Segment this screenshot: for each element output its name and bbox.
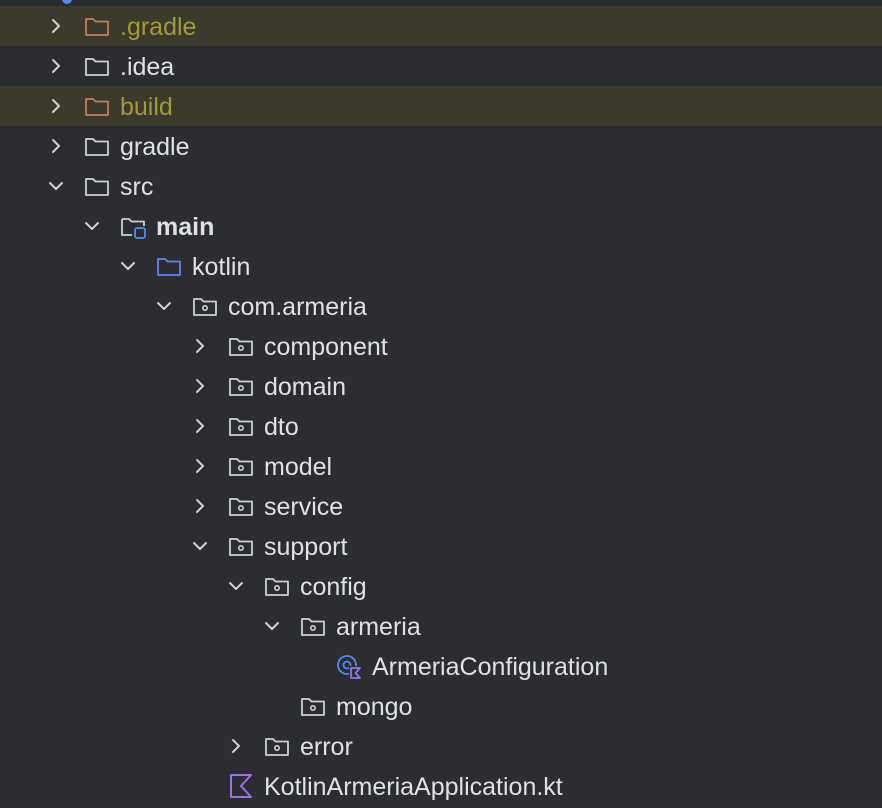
project-tree[interactable]: .gradle .idea build gradle src main kotlin com… — [0, 6, 882, 806]
tree-item-label: src — [120, 173, 154, 201]
tree-item-model[interactable]: model — [0, 446, 882, 486]
package-icon — [227, 492, 255, 520]
package-icon — [227, 372, 255, 400]
chevron-right-icon[interactable] — [46, 56, 66, 76]
folder-icon — [83, 52, 111, 80]
chevron-right-icon[interactable] — [190, 336, 210, 356]
tree-item-label: .gradle — [120, 13, 197, 41]
tree-item-label: support — [264, 533, 348, 561]
kotlin-file-icon — [227, 772, 255, 800]
tree-item-mongo[interactable]: mongo — [0, 686, 882, 726]
tree-item-main[interactable]: main — [0, 206, 882, 246]
chevron-down-icon[interactable] — [118, 256, 138, 276]
chevron-right-icon[interactable] — [46, 16, 66, 36]
package-icon — [299, 692, 327, 720]
tree-item-kotlin[interactable]: kotlin — [0, 246, 882, 286]
tree-item-support[interactable]: support — [0, 526, 882, 566]
tree-item-service[interactable]: service — [0, 486, 882, 526]
tree-item-build[interactable]: build — [0, 86, 882, 126]
tree-item-src[interactable]: src — [0, 166, 882, 206]
chevron-right-icon[interactable] — [190, 496, 210, 516]
package-icon — [299, 612, 327, 640]
chevron-down-icon[interactable] — [46, 176, 66, 196]
tree-item-label: component — [264, 333, 388, 361]
kotlin-spring-config-class-icon — [335, 652, 363, 680]
package-icon — [191, 292, 219, 320]
tree-item-label: .idea — [120, 53, 175, 81]
chevron-right-icon[interactable] — [190, 456, 210, 476]
tree-item-label: com.armeria — [228, 293, 367, 321]
package-icon — [227, 532, 255, 560]
tree-item-label: armeria — [336, 613, 421, 641]
tree-item-armeria[interactable]: armeria — [0, 606, 882, 646]
tree-item-label: model — [264, 453, 333, 481]
tree-item-label: build — [120, 93, 173, 121]
tree-item-label: mongo — [336, 693, 413, 721]
tree-item-armeriaconfiguration[interactable]: ArmeriaConfiguration — [0, 646, 882, 686]
package-icon — [227, 412, 255, 440]
module-folder-icon — [119, 212, 147, 240]
chevron-down-icon[interactable] — [190, 536, 210, 556]
tree-item-error[interactable]: error — [0, 726, 882, 766]
folder-icon — [83, 132, 111, 160]
tree-item-label: KotlinArmeriaApplication.kt — [264, 773, 563, 801]
tree-item-kotlinarmeriaapplication-kt[interactable]: KotlinArmeriaApplication.kt — [0, 766, 882, 806]
tree-item-dto[interactable]: dto — [0, 406, 882, 446]
chevron-down-icon[interactable] — [82, 216, 102, 236]
tree-item-label: dto — [264, 413, 299, 441]
folder-excluded-icon — [83, 92, 111, 120]
tree-item-label: gradle — [120, 133, 190, 161]
tree-item-label: error — [300, 733, 353, 761]
chevron-right-icon[interactable] — [226, 736, 246, 756]
package-icon — [227, 332, 255, 360]
tree-item-idea[interactable]: .idea — [0, 46, 882, 86]
tree-item-component[interactable]: component — [0, 326, 882, 366]
chevron-down-icon[interactable] — [226, 576, 246, 596]
clipped-module-icon — [62, 0, 72, 4]
package-icon — [227, 452, 255, 480]
tree-item-com-armeria[interactable]: com.armeria — [0, 286, 882, 326]
chevron-right-icon[interactable] — [190, 416, 210, 436]
tree-item-gradle[interactable]: .gradle — [0, 6, 882, 46]
chevron-right-icon[interactable] — [46, 136, 66, 156]
tree-item-label: main — [156, 213, 215, 241]
folder-excluded-icon — [83, 12, 111, 40]
chevron-right-icon[interactable] — [46, 96, 66, 116]
tree-item-label: ArmeriaConfiguration — [372, 653, 609, 681]
chevron-right-icon[interactable] — [190, 376, 210, 396]
tree-item-gradle[interactable]: gradle — [0, 126, 882, 166]
source-root-folder-icon — [155, 252, 183, 280]
chevron-down-icon[interactable] — [262, 616, 282, 636]
folder-icon — [83, 172, 111, 200]
tree-item-label: config — [300, 573, 367, 601]
tree-item-label: domain — [264, 373, 346, 401]
package-icon — [263, 732, 291, 760]
tree-item-config[interactable]: config — [0, 566, 882, 606]
chevron-down-icon[interactable] — [154, 296, 174, 316]
tree-item-domain[interactable]: domain — [0, 366, 882, 406]
package-icon — [263, 572, 291, 600]
tree-item-label: service — [264, 493, 344, 521]
tree-item-label: kotlin — [192, 253, 251, 281]
